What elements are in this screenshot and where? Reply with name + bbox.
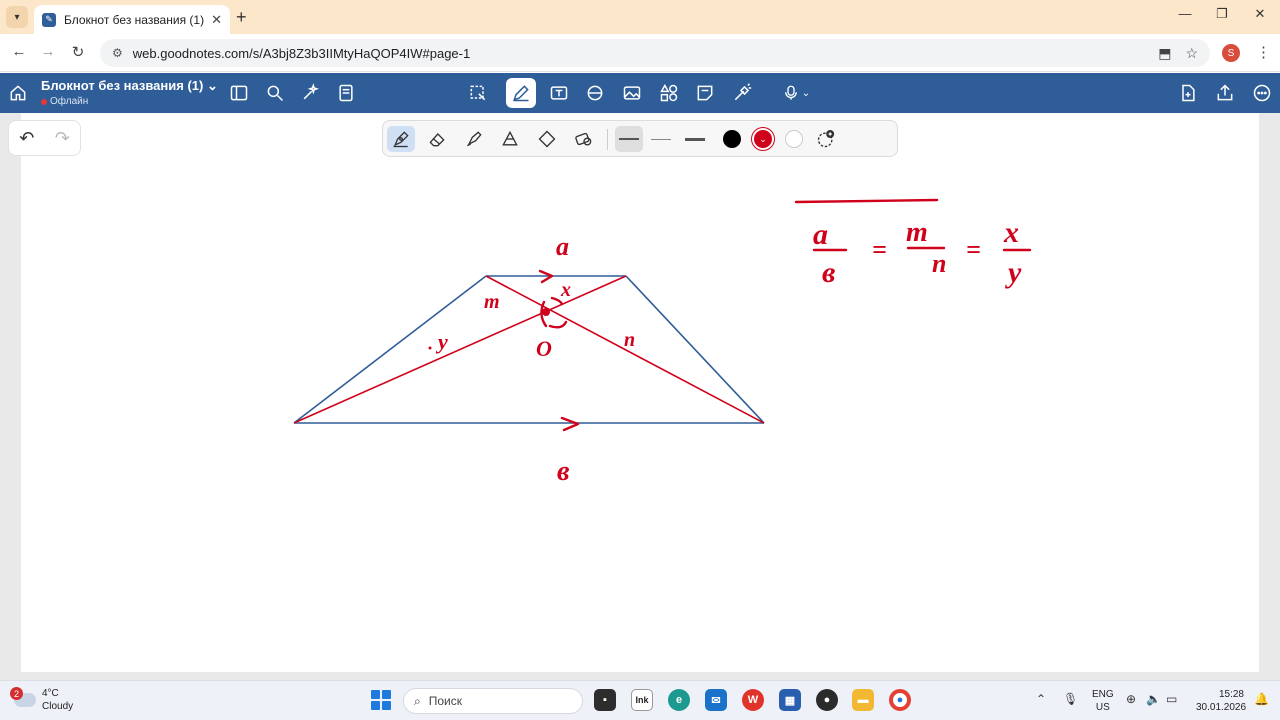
- weather-widget[interactable]: 2 4°C Cloudy: [10, 687, 74, 713]
- task-view-icon[interactable]: ▪: [594, 689, 616, 711]
- eq-numerator-a: a: [813, 218, 828, 251]
- handwritten-drawing: a в m x y n O a в = m n = x y: [293, 198, 1032, 487]
- cloud-icon: 2: [10, 687, 36, 707]
- show-hidden-icons-chevron-icon[interactable]: ⌃: [1036, 692, 1046, 706]
- overline-stroke: [794, 198, 939, 204]
- diagonals: [293, 275, 765, 424]
- angle-arc-bottom: [548, 320, 568, 329]
- chrome-icon[interactable]: ●: [889, 689, 911, 711]
- pinned-app-icon[interactable]: ●: [816, 689, 838, 711]
- notifications-bell-icon[interactable]: 🔔: [1254, 692, 1269, 706]
- label-y: y: [435, 329, 448, 354]
- edge-browser-icon[interactable]: e: [668, 689, 690, 711]
- label-x: x: [560, 279, 571, 301]
- eq-denominator-y: y: [1005, 256, 1022, 289]
- label-n: n: [624, 329, 635, 351]
- battery-icon[interactable]: ▭: [1166, 692, 1177, 706]
- diagonal-ac: [293, 275, 627, 424]
- volume-icon[interactable]: 🔈: [1146, 692, 1161, 706]
- outlook-icon[interactable]: ✉: [705, 689, 727, 711]
- label-o: O: [536, 336, 552, 361]
- store-icon[interactable]: ▦: [779, 689, 801, 711]
- intersection-point-o: [542, 308, 550, 316]
- microphone-icon[interactable]: 🎙: [1063, 692, 1078, 706]
- eq-numerator-m: m: [906, 217, 928, 248]
- clock-time: 15:28: [1218, 689, 1244, 700]
- search-placeholder: Поиск: [428, 694, 462, 708]
- language-top: ENG: [1092, 689, 1114, 700]
- eq-denominator-n: n: [932, 249, 946, 278]
- system-clock[interactable]: 15:28 30.01.2026: [1196, 688, 1247, 714]
- taskbar-search[interactable]: ⌕ Поиск: [403, 688, 583, 714]
- trapezoid-right-leg: [625, 275, 765, 424]
- clock-date: 30.01.2026: [1196, 702, 1247, 713]
- wps-office-icon[interactable]: W: [742, 689, 764, 711]
- temperature: 4°C: [42, 688, 59, 699]
- weather-badge: 2: [10, 687, 23, 700]
- start-button[interactable]: [371, 690, 391, 710]
- parallel-arrow-bottom: [560, 416, 580, 432]
- search-icon: ⌕: [414, 693, 421, 708]
- eq-denominator-b: в: [822, 256, 835, 289]
- label-m: m: [484, 291, 500, 313]
- eq-equals-2: =: [966, 235, 981, 264]
- windows-taskbar: 2 4°C Cloudy ⌕ Поиск ▪ Ink e ✉ W ▦ ● ▬ ● ⌃…: [0, 680, 1280, 720]
- weather-condition: Cloudy: [42, 701, 74, 712]
- eq-equals-1: =: [872, 235, 887, 264]
- network-globe-icon[interactable]: ⊕: [1126, 692, 1136, 706]
- label-a-top: a: [556, 232, 569, 261]
- language-indicator[interactable]: ENG US: [1092, 688, 1114, 714]
- language-bottom: US: [1095, 702, 1110, 713]
- label-b-bottom: в: [557, 456, 570, 487]
- trapezoid-left-leg: [293, 275, 487, 424]
- file-explorer-icon[interactable]: ▬: [852, 689, 874, 711]
- ink-dot: [428, 346, 432, 350]
- eq-numerator-x: x: [1003, 216, 1019, 249]
- ink-app-icon[interactable]: Ink: [631, 689, 653, 711]
